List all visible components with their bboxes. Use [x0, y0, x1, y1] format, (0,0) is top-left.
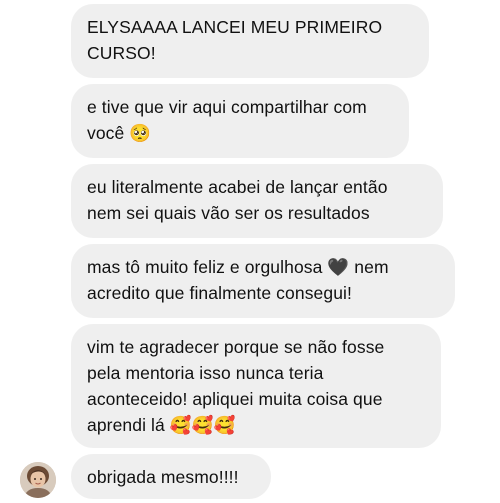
message-bubble-2[interactable]: e tive que vir aqui compartilhar com voc…: [71, 84, 409, 158]
message-bubble-6[interactable]: obrigada mesmo!!!!: [71, 454, 271, 499]
sender-avatar[interactable]: [20, 462, 56, 498]
message-bubble-3[interactable]: eu literalmente acabei de lançar então n…: [71, 164, 443, 238]
message-bubble-1[interactable]: ELYSAAAA LANCEI MEU PRIMEIRO CURSO!: [71, 4, 429, 78]
user-avatar-photo-icon: [20, 462, 56, 498]
message-bubble-5[interactable]: vim te agradecer porque se não fosse pel…: [71, 324, 441, 448]
message-thread: ELYSAAAA LANCEI MEU PRIMEIRO CURSO! e ti…: [0, 0, 500, 503]
message-bubble-4[interactable]: mas tô muito feliz e orgulhosa 🖤 nem acr…: [71, 244, 455, 318]
